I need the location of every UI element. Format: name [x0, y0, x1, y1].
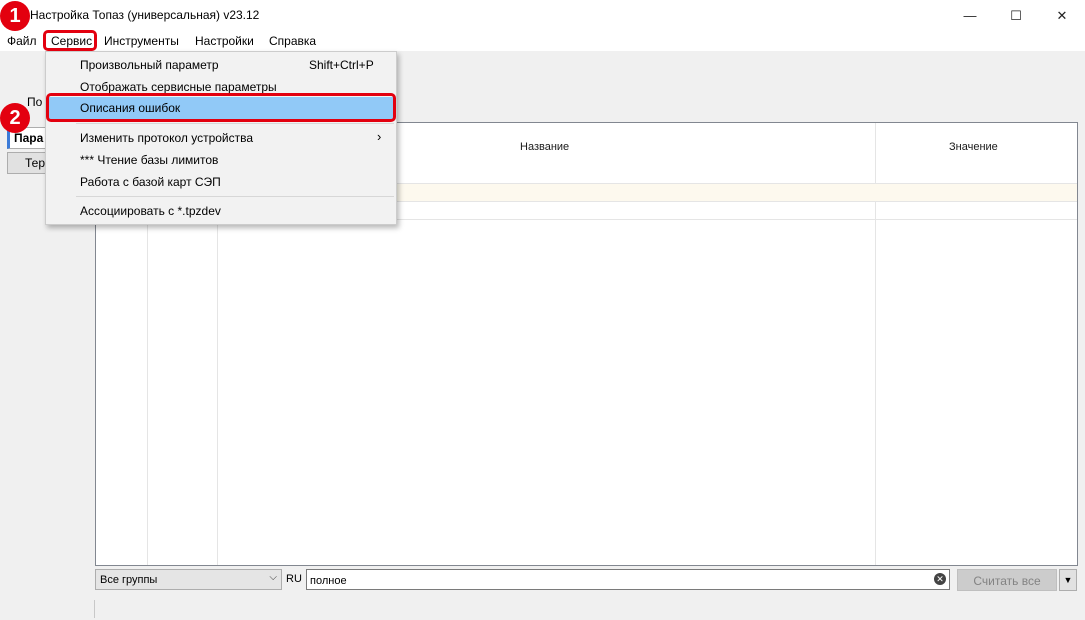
- column-header-name[interactable]: Название: [520, 141, 569, 153]
- menu-separator: [76, 196, 394, 197]
- left-panel-label: По: [27, 95, 43, 109]
- menu-item-associate-tpzdev[interactable]: Ассоциировать с *.tpzdev: [47, 200, 395, 222]
- menu-item-label: Ассоциировать с *.tpzdev: [80, 204, 221, 218]
- annotation-outline-error-descriptions: [46, 93, 396, 122]
- menu-item-label: Произвольный параметр: [80, 58, 219, 72]
- menu-item-label: Изменить протокол устройства: [80, 131, 254, 145]
- read-all-button[interactable]: Считать все: [957, 569, 1057, 591]
- menu-bar: Файл Сервис Инструменты Настройки Справк…: [0, 31, 1085, 51]
- status-bar: [0, 598, 1085, 620]
- filter-input[interactable]: [306, 569, 950, 590]
- clear-icon[interactable]: ✕: [934, 573, 946, 585]
- chevron-down-icon: ⌵: [269, 572, 277, 583]
- menu-item-label: Работа с базой карт СЭП: [80, 175, 221, 189]
- close-button[interactable]: ✕: [1039, 0, 1085, 31]
- menu-settings[interactable]: Настройки: [195, 34, 254, 48]
- chevron-right-icon: ›: [377, 129, 382, 144]
- menu-item-shortcut: Shift+Ctrl+P: [309, 58, 374, 72]
- bottom-toolbar: Все группы ⌵ RU ✕ Считать все ▼: [95, 568, 1078, 592]
- window-title: Настройка Топаз (универсальная) v23.12: [30, 8, 260, 22]
- maximize-button[interactable]: ☐: [993, 0, 1039, 31]
- menu-item-label: Отображать сервисные параметры: [80, 80, 277, 94]
- annotation-outline-service-menu: [43, 30, 97, 51]
- menu-item-custom-parameter[interactable]: Произвольный параметр Shift+Ctrl+P: [47, 54, 395, 76]
- menu-item-sep-cards-db[interactable]: Работа с базой карт СЭП: [47, 171, 395, 193]
- service-menu-dropdown: Произвольный параметр Shift+Ctrl+P Отобр…: [45, 51, 397, 225]
- language-label: RU: [286, 573, 302, 585]
- annotation-badge-step-2: 2: [0, 103, 30, 133]
- column-header-value[interactable]: Значение: [949, 141, 998, 153]
- menu-item-label: *** Чтение базы лимитов: [80, 153, 219, 167]
- menu-item-change-device-protocol[interactable]: Изменить протокол устройства ›: [47, 127, 395, 149]
- minimize-button[interactable]: —: [947, 0, 993, 31]
- group-select[interactable]: Все группы ⌵: [95, 569, 282, 590]
- menu-separator: [76, 123, 394, 124]
- menu-help[interactable]: Справка: [269, 34, 316, 48]
- menu-file[interactable]: Файл: [7, 34, 37, 48]
- annotation-badge-step-1: 1: [0, 1, 30, 31]
- menu-item-read-limits-db[interactable]: *** Чтение базы лимитов: [47, 149, 395, 171]
- status-separator: [94, 600, 95, 618]
- group-select-value: Все группы: [100, 574, 158, 586]
- menu-tools[interactable]: Инструменты: [104, 34, 179, 48]
- read-options-dropdown[interactable]: ▼: [1059, 569, 1077, 591]
- title-bar: Настройка Топаз (универсальная) v23.12 —…: [0, 0, 1085, 31]
